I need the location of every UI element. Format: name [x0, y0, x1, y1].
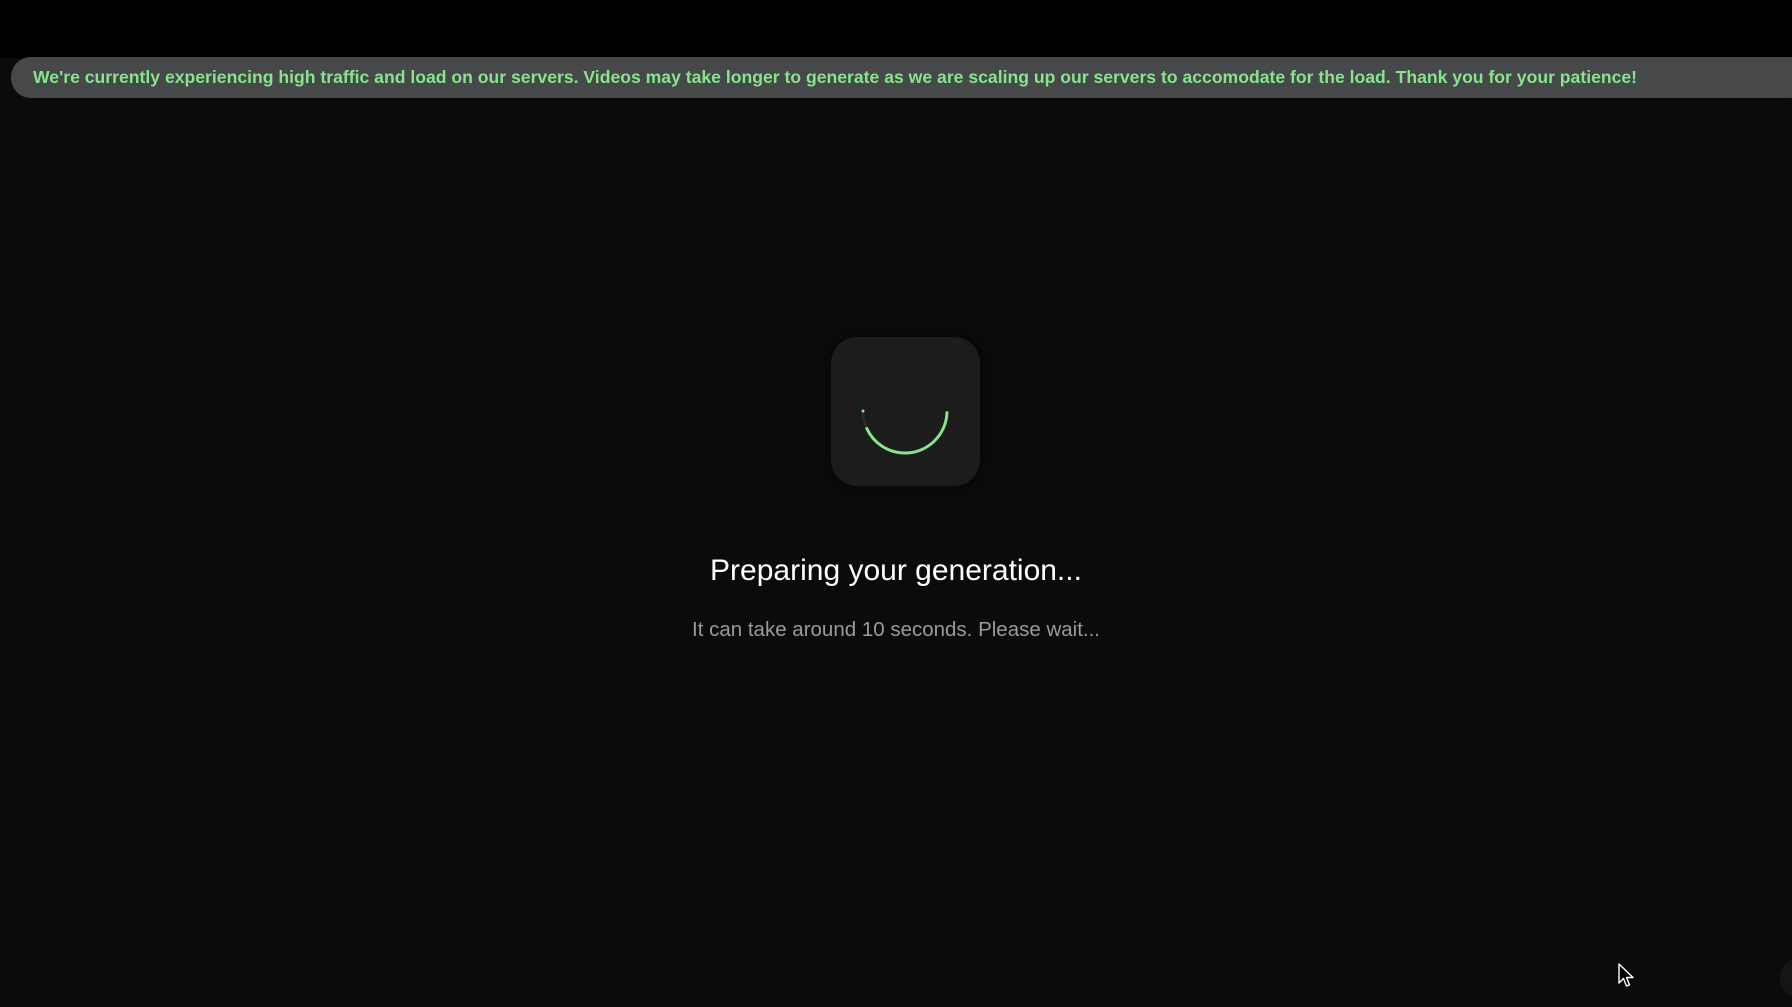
banner-message: We're currently experiencing high traffi… [33, 67, 1638, 87]
traffic-notice-banner: We're currently experiencing high traffi… [11, 57, 1792, 98]
status-title: Preparing your generation... [710, 554, 1082, 587]
spinner-icon [861, 409, 949, 455]
top-bar [0, 0, 1792, 58]
loading-card [831, 337, 980, 486]
mouse-cursor-icon [1618, 963, 1634, 987]
floating-widget[interactable] [1780, 958, 1792, 998]
status-subtitle: It can take around 10 seconds. Please wa… [692, 618, 1100, 641]
